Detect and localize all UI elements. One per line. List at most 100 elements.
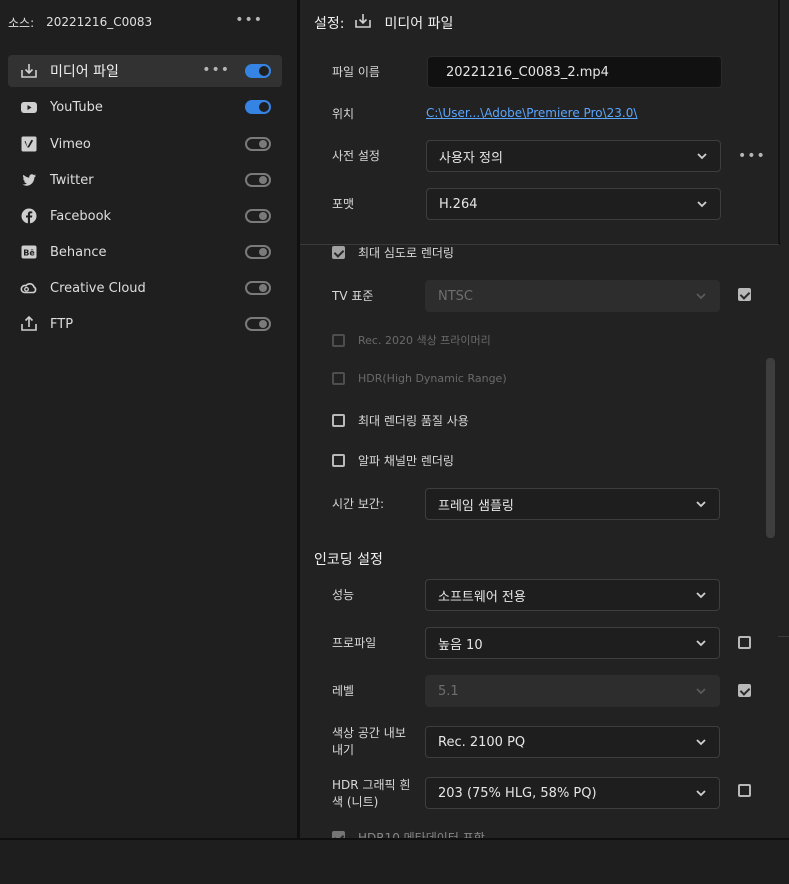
profile-select[interactable]: 높음 10 <box>425 627 720 659</box>
max-quality-label: 최대 렌더링 품질 사용 <box>358 414 469 428</box>
settings-header: 설정: 미디어 파일 <box>314 12 453 34</box>
max-depth-row[interactable]: 최대 심도로 렌더링 <box>332 244 454 261</box>
performance-label: 성능 <box>332 588 355 602</box>
tv-standard-select[interactable]: NTSC <box>425 280 720 312</box>
creative-cloud-icon <box>20 279 38 297</box>
hdr-white-label-line2: 색 (니트) <box>332 795 379 809</box>
level-checkbox[interactable] <box>738 684 751 697</box>
destination-label: YouTube <box>50 99 103 115</box>
destination-label: Facebook <box>50 208 112 224</box>
source-more-button[interactable]: ••• <box>235 12 263 28</box>
behance-icon: Bē <box>20 243 38 261</box>
destination-toggle[interactable] <box>245 317 271 331</box>
rec2020-checkbox[interactable] <box>332 333 345 347</box>
destination-label: Twitter <box>50 172 94 188</box>
twitter-icon <box>20 171 38 189</box>
max-quality-checkbox[interactable] <box>332 414 345 427</box>
time-interp-select[interactable]: 프레임 샘플링 <box>425 488 720 520</box>
destination-toggle[interactable] <box>245 209 271 223</box>
destination-media-file[interactable]: 미디어 파일 ••• <box>8 55 282 87</box>
color-space-select[interactable]: Rec. 2100 PQ <box>425 726 720 758</box>
destination-toggle[interactable] <box>245 173 271 187</box>
destination-toggle[interactable] <box>245 100 271 114</box>
performance-select[interactable]: 소프트웨어 전용 <box>425 579 720 611</box>
tv-standard-checkbox[interactable] <box>738 288 751 301</box>
destination-toggle[interactable] <box>245 137 271 151</box>
hdr-white-select[interactable]: 203 (75% HLG, 58% PQ) <box>425 777 720 809</box>
alpha-row[interactable]: 알파 채널만 렌더링 <box>332 452 454 469</box>
source-label: 소스: <box>8 15 35 30</box>
destination-label: Behance <box>50 244 107 260</box>
chevron-down-icon <box>695 736 707 748</box>
settings-panel: 설정: 미디어 파일 파일 이름 20221216_C0083_2.mp4 위치… <box>300 0 789 838</box>
profile-checkbox[interactable] <box>738 636 751 649</box>
hdr-row[interactable]: HDR(High Dynamic Range) <box>332 372 507 385</box>
filename-value: 20221216_C0083_2.mp4 <box>446 64 609 80</box>
facebook-icon <box>20 207 38 225</box>
profile-label: 프로파일 <box>332 636 377 650</box>
preset-more-button[interactable]: ••• <box>738 148 766 164</box>
preset-select[interactable]: 사용자 정의 <box>426 140 721 172</box>
location-label: 위치 <box>332 107 355 121</box>
hdr-checkbox[interactable] <box>332 372 345 385</box>
chevron-down-icon <box>695 685 707 697</box>
source-name: 20221216_C0083 <box>46 15 153 29</box>
destination-behance[interactable]: Bē Behance <box>8 236 282 268</box>
destination-youtube[interactable]: YouTube <box>8 91 282 123</box>
pane-edge-mark <box>778 636 789 637</box>
scrollbar-thumb[interactable] <box>766 358 775 538</box>
level-select[interactable]: 5.1 <box>425 675 720 707</box>
hdr10-metadata-label: HDR10 메타데이터 포함 <box>358 831 485 838</box>
media-file-icon <box>20 62 38 80</box>
hdr10-metadata-row[interactable]: HDR10 메타데이터 포함 <box>332 829 485 838</box>
destination-more-button[interactable]: ••• <box>202 62 230 78</box>
level-label: 레벨 <box>332 684 355 698</box>
destination-label: Vimeo <box>50 136 91 152</box>
chevron-down-icon <box>695 589 707 601</box>
destination-ftp[interactable]: FTP <box>8 308 282 340</box>
chevron-down-icon <box>695 787 707 799</box>
destination-facebook[interactable]: Facebook <box>8 200 282 232</box>
settings-destination-name: 미디어 파일 <box>384 16 454 32</box>
encoding-section-title: 인코딩 설정 <box>314 552 383 568</box>
destination-toggle[interactable] <box>245 281 271 295</box>
max-depth-label: 최대 심도로 렌더링 <box>358 246 454 260</box>
chevron-down-icon <box>695 637 707 649</box>
destination-creative-cloud[interactable]: Creative Cloud <box>8 272 282 304</box>
max-depth-checkbox[interactable] <box>332 246 345 259</box>
time-interp-label: 시간 보간: <box>332 497 385 511</box>
rec2020-row[interactable]: Rec. 2020 색상 프라이머리 <box>332 332 491 348</box>
source-row: 소스: 20221216_C0083 ••• <box>8 12 277 32</box>
destination-label: FTP <box>50 316 74 332</box>
filename-label: 파일 이름 <box>332 65 380 79</box>
chevron-down-icon <box>696 198 708 210</box>
hdr-white-checkbox[interactable] <box>738 784 751 797</box>
max-quality-row[interactable]: 최대 렌더링 품질 사용 <box>332 412 469 429</box>
color-space-label-line1: 색상 공간 내보 <box>332 726 406 740</box>
settings-title: 설정: <box>314 16 345 32</box>
destination-label: 미디어 파일 <box>50 64 119 80</box>
alpha-checkbox[interactable] <box>332 454 345 467</box>
hdr10-metadata-checkbox[interactable] <box>332 831 345 838</box>
preset-value: 사용자 정의 <box>439 150 503 166</box>
filename-input[interactable]: 20221216_C0083_2.mp4 <box>427 56 722 88</box>
chevron-down-icon <box>695 290 707 302</box>
chevron-down-icon <box>695 498 707 510</box>
color-space-value: Rec. 2100 PQ <box>438 734 526 750</box>
destination-twitter[interactable]: Twitter <box>8 164 282 196</box>
ftp-icon <box>20 315 38 333</box>
destination-toggle[interactable] <box>245 64 271 78</box>
destination-toggle[interactable] <box>245 245 271 259</box>
location-link[interactable]: C:\User...\Adobe\Premiere Pro\23.0\ <box>426 106 637 120</box>
rec2020-label: Rec. 2020 색상 프라이머리 <box>358 334 491 347</box>
alpha-label: 알파 채널만 렌더링 <box>358 454 454 468</box>
format-select[interactable]: H.264 <box>426 188 721 220</box>
youtube-icon <box>20 98 38 116</box>
format-label: 포맷 <box>332 197 355 211</box>
destination-vimeo[interactable]: Vimeo <box>8 128 282 160</box>
color-space-label-line2: 내기 <box>332 743 355 757</box>
bottom-bar <box>0 838 789 884</box>
preset-label: 사전 설정 <box>332 149 380 163</box>
svg-text:Bē: Bē <box>23 249 35 258</box>
chevron-down-icon <box>696 150 708 162</box>
